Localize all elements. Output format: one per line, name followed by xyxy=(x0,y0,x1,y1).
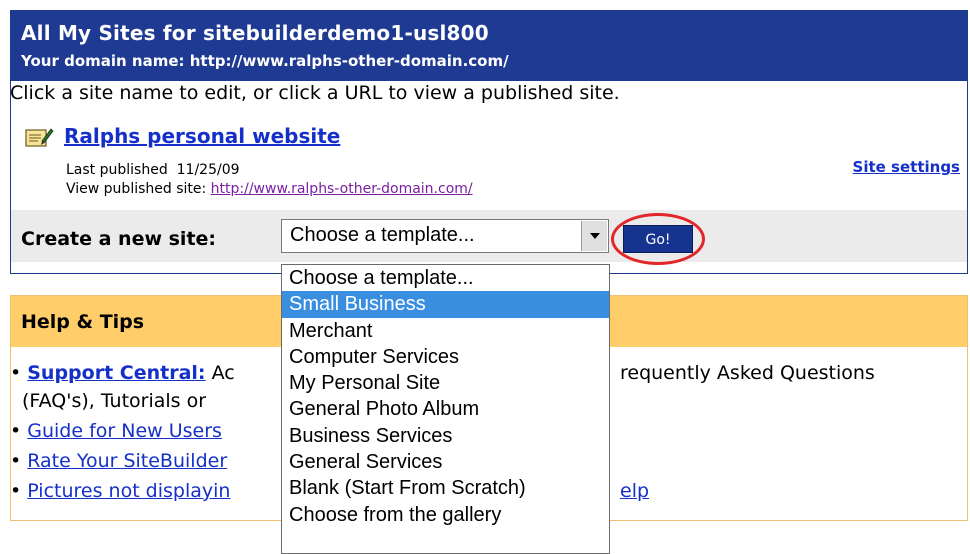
template-select-value: Choose a template... xyxy=(290,224,475,246)
support-central-link[interactable]: Support Central: xyxy=(27,362,205,384)
last-published: Last published 11/25/09 xyxy=(66,162,240,178)
rate-sitebuilder-link[interactable]: Rate Your SiteBuilder xyxy=(27,450,227,472)
dropdown-option[interactable]: Business Services xyxy=(282,423,609,449)
help-tips-title: Help & Tips xyxy=(21,311,145,333)
pictures-not-displaying-link[interactable]: Pictures not displayin xyxy=(27,480,230,502)
guide-new-users-link[interactable]: Guide for New Users xyxy=(27,420,222,442)
dropdown-option[interactable]: General Photo Album xyxy=(282,396,609,422)
site-settings-link[interactable]: Site settings xyxy=(853,158,960,176)
notepad-edit-icon xyxy=(25,128,54,147)
list-item: • Rate Your SiteBuilder xyxy=(10,450,228,472)
domain-name-line: Your domain name: http://www.ralphs-othe… xyxy=(21,52,509,70)
dropdown-option[interactable]: My Personal Site xyxy=(282,370,609,396)
template-select[interactable]: Choose a template... xyxy=(281,219,609,253)
list-item: • Support Central: Ac xyxy=(10,362,235,384)
view-published-label: View published site: xyxy=(66,181,207,197)
list-item: • Pictures not displayin xyxy=(10,480,231,502)
template-dropdown-list[interactable]: Choose a template... Small Business Merc… xyxy=(281,264,610,554)
dropdown-option[interactable]: Blank (Start From Scratch) xyxy=(282,475,609,501)
last-published-date: 11/25/09 xyxy=(176,162,240,178)
dropdown-option[interactable]: Merchant xyxy=(282,318,609,344)
go-button[interactable]: Go! xyxy=(623,225,693,253)
instruction-text: Click a site name to edit, or click a UR… xyxy=(10,82,620,104)
bullet-text: (FAQ's), Tutorials or xyxy=(22,390,207,412)
bullet-text: Ac xyxy=(205,362,235,384)
faq-text-fragment: requently Asked Questions xyxy=(620,362,875,384)
site-name-link[interactable]: Ralphs personal website xyxy=(64,124,340,148)
dropdown-option[interactable]: General Services xyxy=(282,449,609,475)
published-url-link[interactable]: http://www.ralphs-other-domain.com/ xyxy=(211,181,473,197)
dropdown-option-selected[interactable]: Small Business xyxy=(282,291,609,318)
panel-header: All My Sites for sitebuilderdemo1-usl800… xyxy=(11,11,967,81)
page-title: All My Sites for sitebuilderdemo1-usl800 xyxy=(21,21,489,45)
create-site-label: Create a new site: xyxy=(21,228,217,250)
list-item: • Guide for New Users xyxy=(10,420,222,442)
last-published-label: Last published xyxy=(66,162,168,178)
dropdown-option[interactable]: Choose a template... xyxy=(282,265,609,291)
dropdown-option[interactable]: Choose from the gallery xyxy=(282,502,609,528)
chevron-down-icon[interactable] xyxy=(581,221,607,251)
dropdown-option[interactable]: Computer Services xyxy=(282,344,609,370)
list-item: (FAQ's), Tutorials or xyxy=(22,390,206,412)
view-published-site: View published site: http://www.ralphs-o… xyxy=(66,181,473,197)
help-link-fragment[interactable]: elp xyxy=(620,480,649,502)
